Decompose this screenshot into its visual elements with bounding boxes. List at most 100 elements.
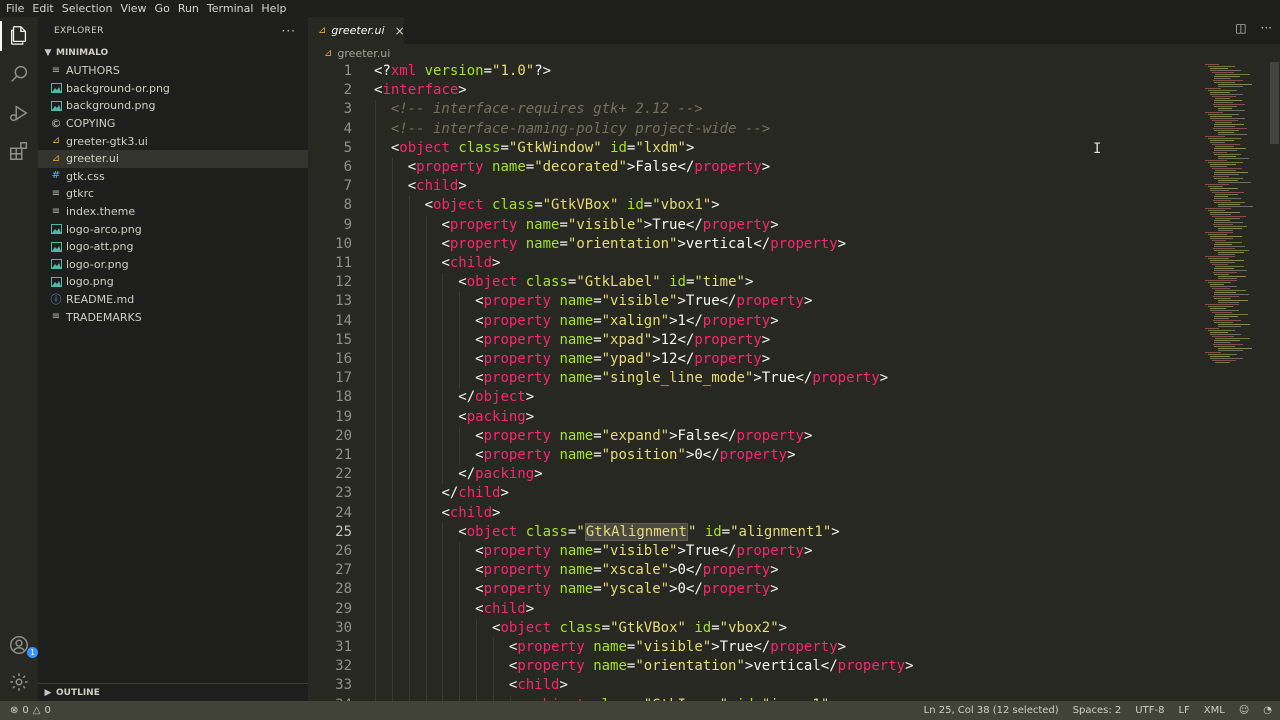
code-line[interactable]: 31 <property name="visible">True</propert… [308, 638, 1205, 658]
code-line[interactable]: 15 <property name="xpad">12</property> [308, 330, 1205, 350]
code-line[interactable]: 8 <object class="GtkVBox" id="vbox1"> [308, 196, 1205, 216]
problems-indicator[interactable]: ⊗ 0 △ 0 [0, 705, 51, 716]
code-line[interactable]: 21 <property name="position">0</property> [308, 446, 1205, 466]
explorer-icon[interactable] [7, 23, 31, 47]
rss-icon: ⊿ [51, 135, 61, 147]
code-line[interactable]: 18 </object> [308, 388, 1205, 408]
file-item[interactable]: background-or.png [38, 80, 308, 98]
lines-icon: ≡ [51, 187, 61, 199]
file-item[interactable]: logo-att.png [38, 238, 308, 256]
minimap[interactable] [1205, 62, 1269, 701]
outline-section-header[interactable]: ▶ OUTLINE [38, 683, 308, 701]
cursor-position[interactable]: Ln 25, Col 38 (12 selected) [924, 705, 1059, 716]
code-line[interactable]: 19 <packing> [308, 407, 1205, 427]
run-debug-icon[interactable] [7, 101, 31, 125]
code-line[interactable]: 30 <object class="GtkVBox" id="vbox2"> [308, 618, 1205, 638]
folder-header[interactable]: ▼ MINIMALO [38, 45, 308, 61]
breadcrumb-file[interactable]: greeter.ui [337, 47, 390, 60]
language-mode[interactable]: XML [1204, 705, 1225, 716]
error-icon: ⊗ [10, 705, 19, 716]
file-item[interactable]: ≡ gtkrc [38, 185, 308, 203]
code-line[interactable]: 32 <property name="orientation">vertical<… [308, 657, 1205, 677]
code-line[interactable]: 29 <child> [308, 599, 1205, 619]
file-item[interactable]: logo-arco.png [38, 220, 308, 238]
encoding[interactable]: UTF-8 [1135, 705, 1164, 716]
status-right: Ln 25, Col 38 (12 selected) Spaces: 2 UT… [910, 701, 1272, 720]
code-line[interactable]: 17 <property name="single_line_mode">True… [308, 369, 1205, 389]
more-actions-icon[interactable]: ··· [1261, 21, 1272, 35]
code-line[interactable]: 16 <property name="ypad">12</property> [308, 350, 1205, 370]
code-line[interactable]: 11 <child> [308, 254, 1205, 274]
code-line[interactable]: 25 <object class="GtkAlignment" id="align… [308, 522, 1205, 542]
line-number: 1 [343, 63, 352, 79]
file-item[interactable]: ⊿ greeter-gtk3.ui [38, 132, 308, 150]
menu-view[interactable]: View [116, 0, 150, 17]
extensions-icon[interactable] [7, 139, 31, 163]
code-line[interactable]: 33 <child> [308, 676, 1205, 696]
more-actions-icon[interactable]: ··· [282, 24, 296, 38]
accounts-badge: 1 [27, 647, 38, 658]
scrollbar-thumb[interactable] [1270, 62, 1279, 144]
code-line[interactable]: 6 <property name="decorated">False</prope… [308, 158, 1205, 178]
code-line[interactable]: 28 <property name="yscale">0</property> [308, 580, 1205, 600]
search-icon[interactable] [7, 62, 31, 86]
line-number: 20 [335, 427, 352, 444]
feedback-icon[interactable]: ☺ [1239, 705, 1249, 716]
menu-help[interactable]: Help [257, 0, 290, 17]
file-item[interactable]: background.png [38, 97, 308, 115]
code-line[interactable]: 9 <property name="visible">True</property… [308, 215, 1205, 235]
line-number: 25 [335, 523, 352, 540]
menu-selection[interactable]: Selection [58, 0, 117, 17]
file-name: logo-arco.png [66, 222, 142, 236]
code-line[interactable]: 23 </child> [308, 484, 1205, 504]
code-line[interactable]: 27 <property name="xscale">0</property> [308, 561, 1205, 581]
image-icon [50, 241, 62, 253]
end-of-line[interactable]: LF [1178, 705, 1189, 716]
code-line[interactable]: 2 <interface> [308, 81, 1205, 100]
notifications-bell-icon[interactable]: ◔ [1263, 705, 1272, 716]
info-icon: ⓘ [50, 292, 62, 306]
error-count: 0 [22, 705, 29, 716]
indentation[interactable]: Spaces: 2 [1073, 705, 1122, 716]
file-item[interactable]: # gtk.css [38, 168, 308, 186]
breadcrumb: ⊿ greeter.ui [308, 44, 1280, 62]
menu-terminal[interactable]: Terminal [203, 0, 258, 17]
code-line[interactable]: 20 <property name="expand">False</propert… [308, 426, 1205, 446]
close-tab-icon[interactable]: × [395, 24, 405, 38]
file-name: logo-att.png [66, 240, 134, 254]
accounts-icon[interactable]: 1 [7, 633, 38, 658]
vertical-scrollbar[interactable] [1269, 62, 1280, 701]
file-item[interactable]: ≡ TRADEMARKS [38, 308, 308, 326]
split-editor-icon[interactable]: ◫ [1235, 21, 1246, 35]
menu-file[interactable]: File [2, 0, 28, 17]
code-text: <property name="visible">True</property> [475, 543, 813, 559]
code-line[interactable]: 13 <property name="visible">True</propert… [308, 292, 1205, 312]
file-tree: ≡ AUTHORS background-or.png background.png ©… [38, 62, 308, 326]
code-text: <packing> [458, 408, 535, 425]
code-line[interactable]: 1 <?xml version="1.0"?> [308, 62, 1205, 81]
menu-edit[interactable]: Edit [28, 0, 57, 17]
file-item[interactable]: ⊿ greeter.ui [38, 149, 308, 168]
file-item[interactable]: logo.png [38, 273, 308, 291]
manage-gear-icon[interactable] [7, 670, 31, 694]
editor-actions: ◫ ··· [1235, 21, 1272, 35]
code-line[interactable]: 5 <object class="GtkWindow" id="lxdm"> [308, 138, 1205, 158]
code-line[interactable]: 14 <property name="xalign">1</property> [308, 311, 1205, 331]
tab-greeter-ui[interactable]: ⊿ greeter.ui × [308, 17, 405, 44]
file-item[interactable]: ⓘ README.md [38, 291, 308, 309]
code-line[interactable]: 24 <child> [308, 503, 1205, 523]
menu-go[interactable]: Go [151, 0, 174, 17]
code-line[interactable]: 7 <child> [308, 177, 1205, 197]
file-item[interactable]: logo-or.png [38, 256, 308, 274]
code-line[interactable]: 3 <!-- interface-requires gtk+ 2.12 --> [308, 100, 1205, 120]
file-item[interactable]: ≡ AUTHORS [38, 62, 308, 80]
code-line[interactable]: 4 <!-- interface-naming-policy project-wi… [308, 119, 1205, 139]
code-editor[interactable]: 1 <?xml version="1.0"?> 2 <interface> 3 <!-- … [308, 62, 1205, 701]
code-line[interactable]: 12 <object class="GtkLabel" id="time"> [308, 273, 1205, 293]
code-line[interactable]: 22 </packing> [308, 465, 1205, 485]
code-line[interactable]: 10 <property name="orientation">vertical<… [308, 234, 1205, 254]
code-line[interactable]: 26 <property name="visible">True</propert… [308, 542, 1205, 562]
file-item[interactable]: ≡ index.theme [38, 203, 308, 221]
menu-run[interactable]: Run [174, 0, 203, 17]
file-item[interactable]: © COPYING [38, 115, 308, 133]
